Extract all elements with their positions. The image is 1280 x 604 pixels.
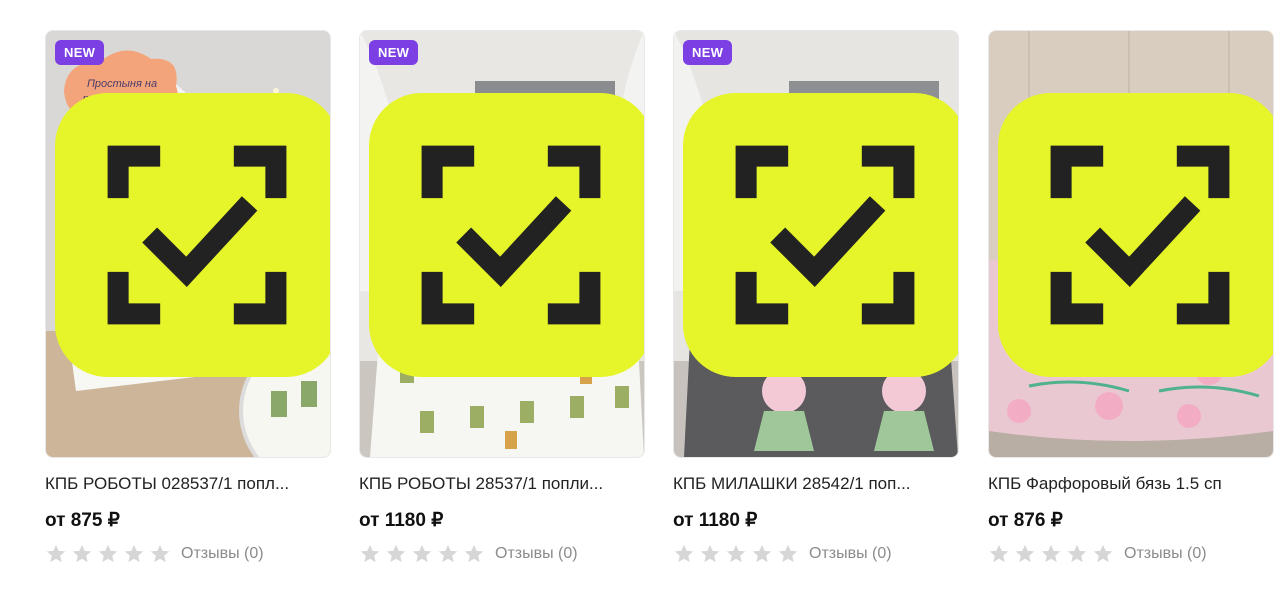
product-title[interactable]: КПБ РОБОТЫ 028537/1 попл...: [45, 473, 331, 495]
quick-view-icon[interactable]: [369, 30, 645, 448]
reviews-link[interactable]: Отзывы (0): [809, 545, 892, 563]
product-card[interactable]: КПБ Фарфоровый бязь 1.5 сп от 876 ₽ Отзы…: [988, 30, 1274, 565]
product-title[interactable]: КПБ Фарфоровый бязь 1.5 сп: [988, 473, 1274, 495]
star-icon: [674, 544, 694, 563]
product-price: от 1180 ₽: [673, 510, 758, 531]
product-price: от 1180 ₽: [359, 510, 444, 531]
star-icon: [464, 544, 484, 563]
star-icon: [778, 544, 798, 563]
product-card[interactable]: Простыня на резинке 80*160 NEW КПБ РОБОТ…: [45, 30, 331, 565]
star-icon: [700, 544, 720, 563]
product-image[interactable]: [988, 30, 1274, 458]
star-icon: [124, 544, 144, 563]
product-card[interactable]: NEW КПБ МИЛАШКИ 28542/1 поп... от 1180 ₽…: [673, 30, 959, 565]
product-image[interactable]: Простыня на резинке 80*160 NEW: [45, 30, 331, 458]
product-image[interactable]: NEW: [359, 30, 645, 458]
star-icon: [726, 544, 746, 563]
rating-row: Отзывы (0): [673, 543, 959, 565]
product-card[interactable]: NEW КПБ РОБОТЫ 28537/1 попли... от 1180 …: [359, 30, 645, 565]
reviews-link[interactable]: Отзывы (0): [1124, 545, 1207, 563]
star-icon: [438, 544, 458, 563]
product-title[interactable]: КПБ МИЛАШКИ 28542/1 поп...: [673, 473, 959, 495]
reviews-link[interactable]: Отзывы (0): [495, 545, 578, 563]
reviews-link[interactable]: Отзывы (0): [181, 545, 264, 563]
rating-stars[interactable]: [988, 543, 1114, 565]
rating-stars[interactable]: [45, 543, 171, 565]
star-icon: [1015, 544, 1035, 563]
star-icon: [1093, 544, 1113, 563]
star-icon: [98, 544, 118, 563]
rating-stars[interactable]: [359, 543, 485, 565]
star-icon: [150, 544, 170, 563]
quick-view-icon[interactable]: [55, 30, 331, 448]
product-title[interactable]: КПБ РОБОТЫ 28537/1 попли...: [359, 473, 645, 495]
star-icon: [46, 544, 66, 563]
product-image[interactable]: NEW: [673, 30, 959, 458]
star-icon: [1067, 544, 1087, 563]
quick-view-icon[interactable]: [998, 30, 1274, 448]
quick-view-icon[interactable]: [683, 30, 959, 448]
star-icon: [360, 544, 380, 563]
star-icon: [752, 544, 772, 563]
rating-row: Отзывы (0): [45, 543, 331, 565]
star-icon: [386, 544, 406, 563]
rating-row: Отзывы (0): [988, 543, 1274, 565]
star-icon: [72, 544, 92, 563]
product-price: от 875 ₽: [45, 510, 120, 531]
product-price: от 876 ₽: [988, 510, 1063, 531]
star-icon: [1041, 544, 1061, 563]
star-icon: [989, 544, 1009, 563]
rating-stars[interactable]: [673, 543, 799, 565]
star-icon: [412, 544, 432, 563]
rating-row: Отзывы (0): [359, 543, 645, 565]
